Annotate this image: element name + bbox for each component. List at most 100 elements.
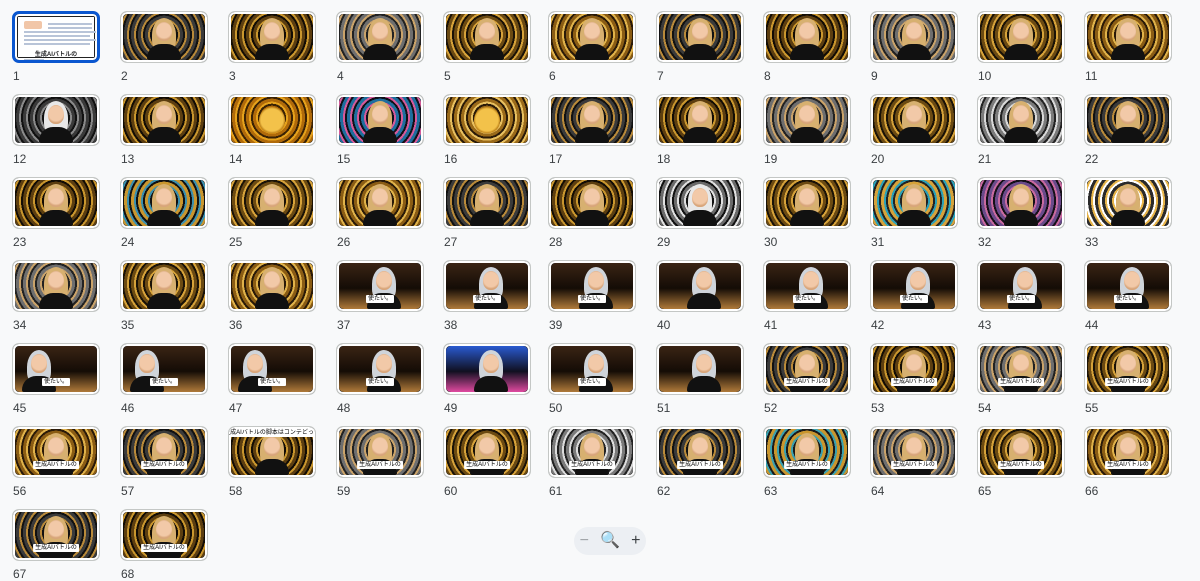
slide-thumbnail[interactable]: 生成AIバトルの 64 (870, 426, 958, 498)
slide-thumbnail[interactable]: 生成AIバトルの 59 (336, 426, 424, 498)
slide-preview-image[interactable]: 使たい。 (120, 343, 208, 395)
slide-preview-image[interactable]: 生成AIバトルの (1084, 426, 1172, 478)
slide-thumbnail[interactable]: 15 (336, 94, 424, 166)
slide-preview-image[interactable] (548, 11, 636, 63)
slide-thumbnail[interactable]: 9 (870, 11, 958, 83)
slide-thumbnail[interactable]: 生成AIバトルの 60 (443, 426, 531, 498)
slide-preview-image[interactable] (443, 94, 531, 146)
slide-preview-image[interactable]: 生成AIバトルの (763, 426, 851, 478)
slide-preview-image[interactable] (763, 94, 851, 146)
slide-thumbnail[interactable]: 28 (548, 177, 636, 249)
slide-thumbnail[interactable]: 生成AIバトルの 62 (656, 426, 744, 498)
slide-thumbnail[interactable]: 生成AIバトルの 1 (12, 11, 100, 83)
slide-preview-image[interactable] (443, 343, 531, 395)
slide-preview-image[interactable]: 使たい。 (336, 343, 424, 395)
slide-thumbnail[interactable]: 8 (763, 11, 851, 83)
zoom-out-button[interactable]: − (580, 533, 589, 549)
slide-thumbnail[interactable]: 32 (977, 177, 1065, 249)
slide-thumbnail[interactable]: 18 (656, 94, 744, 166)
slide-thumbnail[interactable]: 7 (656, 11, 744, 83)
slide-thumbnail[interactable]: 4 (336, 11, 424, 83)
slide-preview-image[interactable] (763, 177, 851, 229)
slide-preview-image[interactable] (228, 11, 316, 63)
slide-preview-image[interactable]: 使たい。 (548, 260, 636, 312)
slide-preview-image[interactable] (120, 11, 208, 63)
slide-preview-image[interactable]: 生成AIバトルの (120, 426, 208, 478)
slide-thumbnail[interactable]: 使たい。 41 (763, 260, 851, 332)
slide-preview-image[interactable] (12, 177, 100, 229)
slide-thumbnail[interactable]: 10 (977, 11, 1065, 83)
slide-preview-image[interactable]: 使たい。 (548, 343, 636, 395)
slide-thumbnail[interactable]: 使たい。 50 (548, 343, 636, 415)
slide-preview-image[interactable] (12, 94, 100, 146)
slide-thumbnail[interactable]: 14 (228, 94, 316, 166)
slide-thumbnail[interactable]: 21 (977, 94, 1065, 166)
slide-thumbnail[interactable]: 生成AIバトルの 67 (12, 509, 100, 581)
slide-preview-image[interactable] (656, 177, 744, 229)
slide-preview-image[interactable] (870, 94, 958, 146)
slide-preview-image[interactable]: 生成AIバトルの (656, 426, 744, 478)
slide-thumbnail[interactable]: 13 (120, 94, 208, 166)
slide-thumbnail[interactable]: 33 (1084, 177, 1172, 249)
slide-preview-image[interactable]: 使たい。 (336, 260, 424, 312)
slide-thumbnail[interactable]: 3 (228, 11, 316, 83)
slide-thumbnail[interactable]: 30 (763, 177, 851, 249)
slide-thumbnail[interactable]: 51 (656, 343, 744, 415)
slide-thumbnail[interactable]: 使たい。 48 (336, 343, 424, 415)
slide-preview-image[interactable]: 使たい。 (12, 343, 100, 395)
slide-preview-image[interactable]: 使たい。 (870, 260, 958, 312)
slide-preview-image[interactable] (336, 11, 424, 63)
slide-thumbnail[interactable]: 使たい。 46 (120, 343, 208, 415)
zoom-in-button[interactable]: + (631, 533, 640, 549)
slide-preview-image[interactable]: 生成AIバトルの (443, 426, 531, 478)
slide-thumbnail[interactable]: 生成AIバトルの 53 (870, 343, 958, 415)
slide-thumbnail[interactable]: 使たい。 43 (977, 260, 1065, 332)
slide-preview-image[interactable]: 使たい。 (228, 343, 316, 395)
slide-thumbnail[interactable]: 36 (228, 260, 316, 332)
slide-preview-image[interactable]: 生成AIバトルの (870, 343, 958, 395)
slide-thumbnail[interactable]: 31 (870, 177, 958, 249)
slide-thumbnail[interactable]: 19 (763, 94, 851, 166)
slide-thumbnail[interactable]: 生成AIバトルの 66 (1084, 426, 1172, 498)
slide-preview-image[interactable] (1084, 177, 1172, 229)
slide-thumbnail[interactable]: 24 (120, 177, 208, 249)
slide-preview-image[interactable] (228, 177, 316, 229)
slide-preview-image[interactable] (12, 260, 100, 312)
slide-thumbnail[interactable]: 49 (443, 343, 531, 415)
slide-thumbnail[interactable]: 使たい。 37 (336, 260, 424, 332)
slide-thumbnail[interactable]: 生成AIバトルの 57 (120, 426, 208, 498)
slide-preview-image[interactable] (870, 177, 958, 229)
slide-thumbnail[interactable]: 11 (1084, 11, 1172, 83)
slide-preview-image[interactable]: 生成AIバトルの (977, 343, 1065, 395)
slide-preview-image[interactable] (443, 177, 531, 229)
slide-preview-image[interactable]: 生成AIバトルの (12, 509, 100, 561)
slide-preview-image[interactable] (870, 11, 958, 63)
slide-preview-image[interactable] (977, 94, 1065, 146)
slide-thumbnail[interactable]: 生成AIバトルの 52 (763, 343, 851, 415)
slide-preview-image[interactable]: 生成AIバトルの (12, 11, 100, 63)
slide-thumbnail[interactable]: 生成AIバトルの 61 (548, 426, 636, 498)
slide-thumbnail[interactable]: 35 (120, 260, 208, 332)
slide-thumbnail[interactable]: 生成AIバトルの 63 (763, 426, 851, 498)
slide-thumbnail[interactable]: 6 (548, 11, 636, 83)
slide-preview-image[interactable] (548, 177, 636, 229)
slide-thumbnail[interactable]: 12 (12, 94, 100, 166)
slide-preview-image[interactable]: 使たい。 (763, 260, 851, 312)
slide-thumbnail[interactable]: 生成AIバトルの 54 (977, 343, 1065, 415)
slide-thumbnail[interactable]: 使たい。 42 (870, 260, 958, 332)
slide-preview-image[interactable] (977, 177, 1065, 229)
slide-thumbnail[interactable]: 生成AIバトルの 65 (977, 426, 1065, 498)
slide-preview-image[interactable]: 生成AIバトルの (870, 426, 958, 478)
slide-preview-image[interactable]: 生成AIバトルの (1084, 343, 1172, 395)
slide-preview-image[interactable]: 使たい。 (1084, 260, 1172, 312)
slide-preview-image[interactable] (977, 11, 1065, 63)
slide-thumbnail[interactable]: 20 (870, 94, 958, 166)
slide-thumbnail[interactable]: 17 (548, 94, 636, 166)
slide-preview-image[interactable]: 生成AIバトルの脚本はコンテどっち (228, 426, 316, 478)
slide-thumbnail[interactable]: 生成AIバトルの 55 (1084, 343, 1172, 415)
slide-thumbnail[interactable]: 40 (656, 260, 744, 332)
slide-preview-image[interactable]: 生成AIバトルの (548, 426, 636, 478)
slide-preview-image[interactable] (656, 260, 744, 312)
slide-preview-image[interactable] (1084, 94, 1172, 146)
slide-preview-image[interactable] (120, 177, 208, 229)
